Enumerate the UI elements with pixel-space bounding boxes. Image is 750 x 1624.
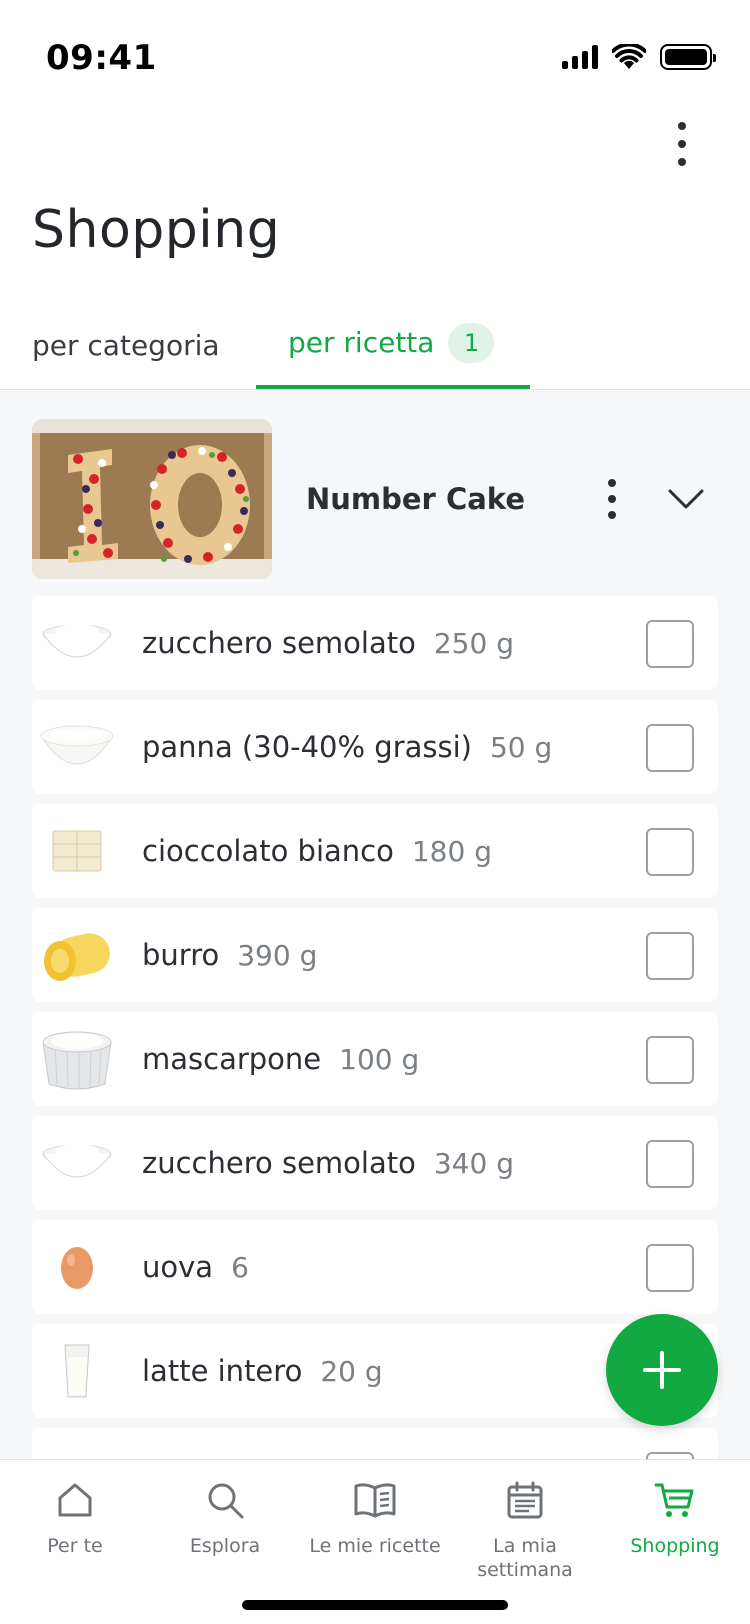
tab-per-categoria[interactable]: per categoria (32, 300, 220, 390)
ingredient-name: zucchero semolato (142, 1146, 416, 1180)
sugar-bowl-icon (32, 1116, 122, 1210)
ingredient-checkbox[interactable] (646, 1452, 694, 1459)
cellular-signal-icon (562, 45, 598, 69)
calendar-icon (501, 1476, 549, 1524)
wifi-icon (612, 44, 646, 69)
list-item[interactable]: uova 6 (32, 1220, 718, 1314)
ingredient-checkbox[interactable] (646, 1244, 694, 1292)
ingredient-quantity: 100 g (339, 1042, 420, 1076)
nav-item-le-mie-ricette[interactable]: Le mie ricette (300, 1476, 450, 1558)
nav-item-shopping[interactable]: Shopping (600, 1476, 750, 1558)
nav-label: La mia settimana (477, 1535, 573, 1581)
search-icon (201, 1476, 249, 1524)
nav-label: Per te (47, 1535, 103, 1557)
nav-item-per-te[interactable]: Per te (0, 1476, 150, 1558)
ingredient-name: latte intero (142, 1354, 303, 1388)
cart-icon (651, 1476, 699, 1524)
ingredient-checkbox[interactable] (646, 1140, 694, 1188)
recipe-name: Number Cake (306, 482, 525, 516)
nav-label: Shopping (630, 1535, 720, 1557)
tab-per-ricetta[interactable]: per ricetta 1 (256, 300, 530, 389)
list-item[interactable]: cioccolato bianco 180 g (32, 804, 718, 898)
ingredient-quantity: 180 g (411, 834, 492, 868)
ingredient-quantity: 340 g (433, 1146, 514, 1180)
list-item[interactable]: zucchero semolato 340 g (32, 1116, 718, 1210)
status-time: 09:41 (46, 38, 157, 78)
ingredient-checkbox[interactable] (646, 620, 694, 668)
cream-bowl-icon (32, 700, 122, 794)
butter-icon (32, 908, 122, 1002)
list-item[interactable] (32, 1428, 718, 1459)
shopping-list-area[interactable]: Number Cake zucchero semolato 250 g pann… (0, 391, 750, 1459)
recipe-header[interactable]: Number Cake (32, 419, 718, 579)
recipe-image (32, 419, 272, 579)
home-indicator (242, 1600, 508, 1610)
nav-label: Esplora (189, 1535, 261, 1557)
status-bar: 09:41 (0, 0, 750, 120)
ingredient-quantity: 390 g (237, 938, 318, 972)
chevron-down-icon[interactable] (668, 481, 704, 517)
egg-icon (32, 1220, 122, 1314)
ingredient-checkbox[interactable] (646, 724, 694, 772)
ingredient-name: cioccolato bianco (142, 834, 394, 868)
ingredient-quantity: 20 g (320, 1354, 383, 1388)
recipe-more-button[interactable] (600, 479, 624, 519)
ingredient-quantity: 6 (231, 1250, 249, 1284)
ingredient-name: zucchero semolato (142, 626, 416, 660)
ingredient-name: uova (142, 1250, 214, 1284)
page-title: Shopping (32, 200, 281, 260)
battery-icon (660, 44, 716, 70)
list-item[interactable]: zucchero semolato 250 g (32, 596, 718, 690)
tab-label: per ricetta (288, 326, 435, 359)
mascarpone-icon (32, 1012, 122, 1106)
tab-bar: per categoria per ricetta 1 (0, 300, 750, 390)
list-item[interactable]: burro 390 g (32, 908, 718, 1002)
book-icon (351, 1476, 399, 1524)
plus-icon (643, 1351, 681, 1389)
ingredient-name: panna (30-40% grassi) (142, 730, 472, 764)
list-item[interactable]: mascarpone 100 g (32, 1012, 718, 1106)
status-icons (562, 44, 716, 70)
more-options-button[interactable] (670, 122, 694, 166)
home-icon (51, 1476, 99, 1524)
add-item-button[interactable] (606, 1314, 718, 1426)
ingredient-name: mascarpone (142, 1042, 322, 1076)
ingredient-checkbox[interactable] (646, 828, 694, 876)
count-badge: 1 (448, 322, 495, 363)
ingredient-quantity: 250 g (433, 626, 514, 660)
list-item[interactable]: panna (30-40% grassi) 50 g (32, 700, 718, 794)
nav-label: Le mie ricette (309, 1535, 441, 1557)
white-chocolate-icon (32, 804, 122, 898)
tab-label: per categoria (32, 328, 220, 362)
ingredient-checkbox[interactable] (646, 932, 694, 980)
ingredient-quantity: 50 g (489, 730, 553, 764)
sugar-bowl-icon (32, 596, 122, 690)
milk-glass-icon (32, 1324, 122, 1418)
ingredient-checkbox[interactable] (646, 1036, 694, 1084)
nav-item-esplora[interactable]: Esplora (150, 1476, 300, 1558)
ingredient-list: zucchero semolato 250 g panna (30-40% gr… (32, 596, 718, 1459)
ingredient-name: burro (142, 938, 220, 972)
nav-item-la-mia-settimana[interactable]: La mia settimana (450, 1476, 600, 1582)
